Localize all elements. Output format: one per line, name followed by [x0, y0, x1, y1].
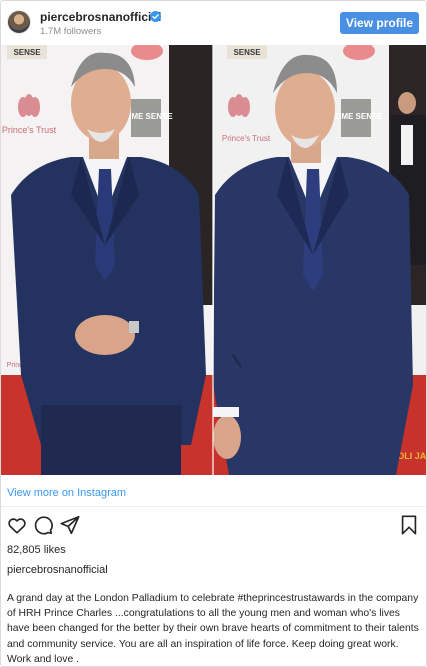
- like-count: 82,805 likes: [7, 544, 66, 556]
- action-bar: [1, 514, 426, 542]
- view-profile-button[interactable]: View profile: [340, 12, 419, 34]
- caption-username[interactable]: piercebrosnanofficial: [7, 564, 108, 576]
- sign-home-sense-right: HOME SENSE: [329, 112, 383, 121]
- follower-count: 1.7M followers: [40, 26, 102, 37]
- divider: [1, 506, 426, 507]
- sign-princes-trust-left: Prince's Trust: [2, 125, 57, 135]
- instagram-embed-card: piercebrosnanofficial 1.7M followers Vie…: [0, 0, 427, 667]
- avatar[interactable]: [7, 10, 31, 34]
- share-icon[interactable]: [59, 514, 81, 536]
- sign-sense-right: SENSE: [233, 48, 261, 57]
- post-photo[interactable]: SENSE SENSE HOME SENSE HOME SENSE Prince…: [1, 45, 426, 475]
- bookmark-icon[interactable]: [398, 514, 420, 536]
- verified-badge-icon: [150, 11, 161, 22]
- heart-icon[interactable]: [6, 514, 28, 536]
- username-link[interactable]: piercebrosnanofficial: [40, 10, 161, 24]
- comment-icon[interactable]: [32, 514, 54, 536]
- post-photo-image: SENSE SENSE HOME SENSE HOME SENSE Prince…: [1, 45, 426, 475]
- sign-sense-left: SENSE: [13, 48, 41, 57]
- sign-corner: OLI JAI: [397, 451, 426, 461]
- sign-princes-trust-right: Prince's Trust: [222, 134, 271, 143]
- post-caption: A grand day at the London Palladium to c…: [7, 593, 419, 665]
- post-header: piercebrosnanofficial 1.7M followers Vie…: [1, 1, 426, 45]
- view-more-link[interactable]: View more on Instagram: [7, 487, 126, 499]
